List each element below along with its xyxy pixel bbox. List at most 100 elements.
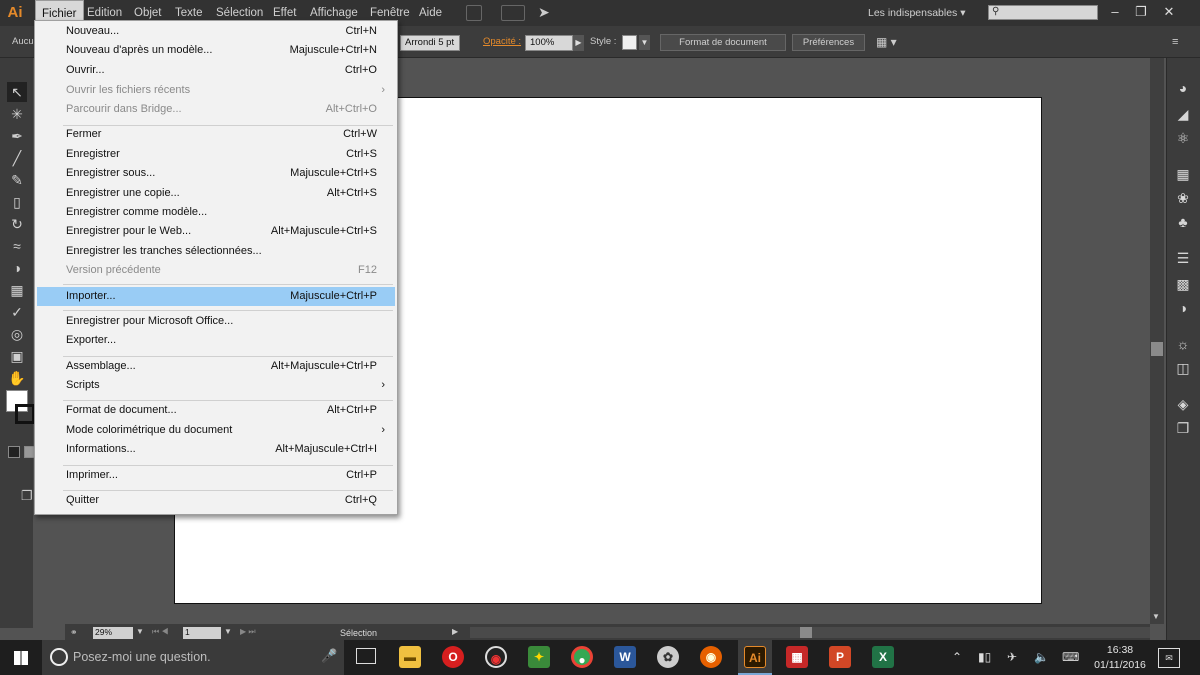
workspace-switcher[interactable]: Les indispensables ▾: [868, 0, 966, 26]
hand-tool-icon[interactable]: ✋: [7, 368, 27, 388]
opacity-label[interactable]: Opacité :: [483, 36, 521, 47]
symbol-sprayer-tool-icon[interactable]: ◎: [7, 324, 27, 344]
status-arrow-icon[interactable]: ▶: [452, 627, 458, 636]
screen-mode-icon[interactable]: ❐: [21, 488, 33, 504]
zoom-field[interactable]: 29%: [93, 627, 133, 639]
preferences-button[interactable]: Préférences: [792, 34, 865, 51]
page-dropdown-icon[interactable]: ▼: [224, 627, 232, 636]
artboards-panel-icon[interactable]: ❐: [1172, 418, 1194, 438]
file-menu-item[interactable]: Mode colorimétrique du document ›: [37, 421, 395, 440]
file-menu-item[interactable]: Enregistrer les tranches sélectionnées..…: [37, 242, 395, 261]
scroll-down-icon[interactable]: ▼: [1152, 612, 1160, 621]
brushes-panel-icon[interactable]: ❀: [1172, 188, 1194, 208]
color-mode-icon[interactable]: [8, 446, 20, 458]
file-menu-item[interactable]: Enregistrer comme modèle...: [37, 203, 395, 222]
vertical-scroll-thumb[interactable]: [1151, 342, 1163, 356]
swatches-panel-icon[interactable]: ▦: [1172, 164, 1194, 184]
taskbar-clock[interactable]: 16:38 01/11/2016: [1088, 643, 1152, 673]
file-menu-item[interactable]: Informations... Alt+Majuscule+Ctrl+I: [37, 440, 395, 459]
vertical-scrollbar[interactable]: [1150, 58, 1164, 624]
file-menu-item[interactable]: Scripts ›: [37, 376, 395, 395]
line-tool-icon[interactable]: ╱: [7, 148, 27, 168]
volume-icon[interactable]: 🔈: [1034, 649, 1049, 665]
file-menu-item[interactable]: Enregistrer sous... Majuscule+Ctrl+S: [37, 164, 395, 183]
bridge-icon[interactable]: [466, 5, 482, 21]
style-swatch[interactable]: [622, 35, 637, 50]
graphic-styles-panel-icon[interactable]: ◫: [1172, 358, 1194, 378]
file-menu-item[interactable]: Nouveau d'après un modèle... Majuscule+Ct…: [37, 41, 395, 60]
task-view-icon[interactable]: [356, 648, 376, 664]
pen-tool-icon[interactable]: ✒: [7, 126, 27, 146]
eraser-tool-icon[interactable]: ▯: [7, 192, 27, 212]
appearance-panel-icon[interactable]: ☼: [1172, 334, 1194, 354]
stroke-color-swatch[interactable]: [15, 404, 35, 424]
warp-tool-icon[interactable]: ≈: [7, 236, 27, 256]
opacity-input[interactable]: 100%: [525, 35, 573, 51]
start-button[interactable]: [0, 640, 42, 675]
media-app-icon[interactable]: ◉: [485, 646, 507, 668]
chrome-icon[interactable]: ●: [571, 646, 593, 668]
rotate-tool-icon[interactable]: ↻: [7, 214, 27, 234]
file-menu-item[interactable]: Format de document... Alt+Ctrl+P: [37, 401, 395, 420]
word-icon[interactable]: W: [614, 646, 636, 668]
file-menu-item[interactable]: Enregistrer pour Microsoft Office...: [37, 312, 395, 331]
close-icon[interactable]: ✕: [1156, 0, 1182, 26]
transparency-panel-icon[interactable]: ◑: [1172, 298, 1194, 318]
artboard-tool-icon[interactable]: ▣: [7, 346, 27, 366]
help-search-input[interactable]: [988, 5, 1098, 20]
keyboard-icon[interactable]: ⌨: [1062, 649, 1079, 665]
menu-aide[interactable]: Aide: [413, 0, 448, 26]
page-number-field[interactable]: 1: [183, 627, 221, 639]
file-explorer-icon[interactable]: ▬: [399, 646, 421, 668]
brush-definition-field[interactable]: Arrondi 5 pt: [400, 35, 460, 51]
panel-menu-icon[interactable]: ≡: [1172, 36, 1178, 48]
file-menu-item[interactable]: Ouvrir les fichiers récents ›: [37, 81, 395, 100]
battery-icon[interactable]: ▮▯: [978, 649, 991, 665]
notifications-icon[interactable]: ✉: [1158, 648, 1180, 668]
file-menu-item[interactable]: Quitter Ctrl+Q: [37, 491, 395, 510]
gpu-rocket-icon[interactable]: ➤: [538, 4, 550, 21]
libraries-panel-icon[interactable]: ⚛: [1172, 128, 1194, 148]
first-page-icon[interactable]: ⏮ ◀: [152, 627, 169, 637]
illustrator-taskbar-icon[interactable]: Ai: [744, 646, 766, 668]
file-menu-item[interactable]: Importer... Majuscule+Ctrl+P: [37, 287, 395, 306]
network-icon[interactable]: ✈: [1007, 649, 1017, 665]
file-menu-item[interactable]: Imprimer... Ctrl+P: [37, 466, 395, 485]
file-menu-item[interactable]: Enregistrer Ctrl+S: [37, 145, 395, 164]
selection-tool-icon[interactable]: ↖: [7, 82, 27, 102]
paint-app-icon[interactable]: ✿: [657, 646, 679, 668]
microphone-icon[interactable]: 🎤: [321, 648, 337, 664]
horizontal-scroll-thumb[interactable]: [800, 627, 812, 638]
excel-icon[interactable]: X: [872, 646, 894, 668]
shape-builder-tool-icon[interactable]: ◑: [7, 258, 27, 278]
perspective-grid-tool-icon[interactable]: ▦: [7, 280, 27, 300]
document-format-button[interactable]: Format de document: [660, 34, 786, 51]
powerpoint-icon[interactable]: P: [829, 646, 851, 668]
file-menu-item[interactable]: Version précédente F12: [37, 261, 395, 280]
color-panel-icon[interactable]: ◕: [1172, 78, 1194, 98]
minimize-icon[interactable]: –: [1102, 0, 1128, 26]
file-menu-item[interactable]: Ouvrir... Ctrl+O: [37, 61, 395, 80]
file-menu-item[interactable]: Enregistrer pour le Web... Alt+Majuscule+…: [37, 222, 395, 241]
show-hidden-icons[interactable]: ⌃: [952, 649, 962, 665]
archive-app-icon[interactable]: ▦: [786, 646, 808, 668]
symbols-panel-icon[interactable]: ♣: [1172, 212, 1194, 232]
style-dropdown-icon[interactable]: ▼: [639, 35, 650, 50]
arrange-documents-icon[interactable]: [501, 5, 525, 21]
file-menu-item[interactable]: Parcourir dans Bridge... Alt+Ctrl+O: [37, 100, 395, 119]
file-menu-item[interactable]: Assemblage... Alt+Majuscule+Ctrl+P: [37, 357, 395, 376]
zoom-dropdown-icon[interactable]: ▼: [136, 627, 144, 636]
arrange-icon[interactable]: ▦ ▾: [876, 35, 897, 49]
color-guide-icon[interactable]: ◢: [1172, 104, 1194, 124]
file-menu-item[interactable]: Nouveau... Ctrl+N: [37, 22, 395, 41]
file-menu-item[interactable]: Enregistrer une copie... Alt+Ctrl+S: [37, 184, 395, 203]
firefox-icon[interactable]: ◉: [700, 646, 722, 668]
gradient-panel-icon[interactable]: ▩: [1172, 274, 1194, 294]
magic-wand-tool-icon[interactable]: ✳: [7, 104, 27, 124]
eyedropper-tool-icon[interactable]: ✓: [7, 302, 27, 322]
utility-app-icon[interactable]: ✦: [528, 646, 550, 668]
file-menu-item[interactable]: Exporter...: [37, 331, 395, 350]
stroke-panel-icon[interactable]: ☰: [1172, 248, 1194, 268]
layers-panel-icon[interactable]: ◈: [1172, 394, 1194, 414]
opacity-arrow-icon[interactable]: ▶: [573, 35, 584, 51]
